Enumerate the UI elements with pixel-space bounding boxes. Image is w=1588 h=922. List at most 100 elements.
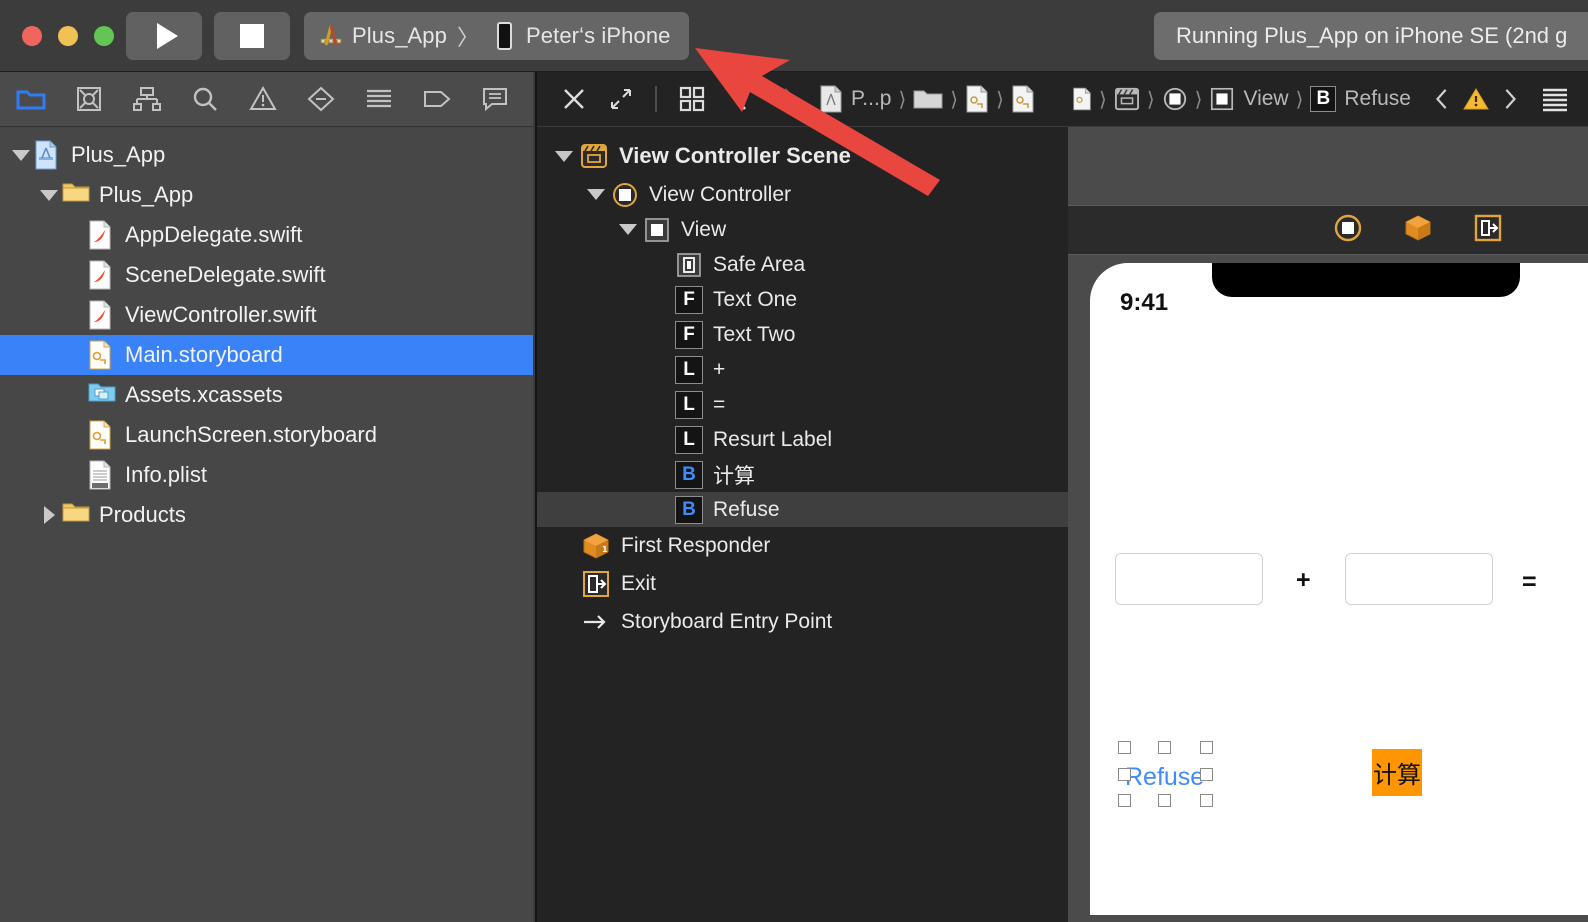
view-controller-dock-icon[interactable] [1333,213,1363,248]
breadcrumb-view-controller[interactable]: ⟩ [1162,86,1210,112]
breadcrumb-scene[interactable]: ⟩ [1114,87,1162,112]
breadcrumb-folder[interactable]: ⟩ [913,87,965,112]
expand-editor-button[interactable] [597,77,645,121]
refuse-button[interactable]: Refuse [1125,763,1204,792]
search-icon [193,87,217,111]
related-items-button[interactable] [667,77,717,121]
outline-row-exit[interactable]: Exit [537,565,1068,603]
go-back-button[interactable] [717,77,765,121]
outline-row-calc-button[interactable]: B 计算 [537,457,1068,492]
tree-row-group[interactable]: Plus_App [0,175,533,215]
source-control-navigator-tab[interactable] [70,82,108,116]
breadcrumb-refuse[interactable]: B Refuse [1310,86,1411,112]
button-badge-icon: B [1310,86,1337,112]
selection-handle[interactable] [1200,741,1213,754]
outline-row-view[interactable]: View [537,212,1068,247]
tree-row-main-storyboard[interactable]: Main.storyboard [0,335,533,375]
minimize-window-button[interactable] [58,25,78,46]
breadcrumb-storyboard-2[interactable] [1011,85,1035,113]
outline-row-first-responder[interactable]: 1 First Responder [537,527,1068,565]
outline-row-result-label[interactable]: L Resurt Label [537,422,1068,457]
issue-navigator-tab[interactable] [244,82,282,116]
breadcrumb-separator: ⟩ [1099,88,1107,111]
breadcrumb-separator: ⟩ [996,88,1004,111]
disclosure-triangle[interactable] [8,149,34,161]
entry-point-arrow-icon [581,608,611,636]
run-button[interactable] [126,11,202,60]
library-toggle-button[interactable] [1533,77,1577,121]
selection-handle[interactable] [1158,741,1171,754]
breakpoint-navigator-tab[interactable] [418,82,456,116]
scheme-destination-control[interactable]: Plus_App 〉 Peter‘s iPhone [304,11,689,60]
next-issue-button[interactable] [1493,77,1527,121]
tree-row-file[interactable]: ViewController.swift [0,295,533,335]
speech-bubble-icon [483,88,507,112]
test-navigator-tab[interactable] [302,82,340,116]
disclosure-triangle[interactable] [613,224,643,235]
breadcrumb-project[interactable]: P...p ⟩ [819,85,913,113]
go-forward-button[interactable] [765,77,813,121]
breadcrumb-view[interactable]: View ⟩ [1209,86,1310,112]
tree-row-file[interactable]: SceneDelegate.swift [0,255,533,295]
outline-row-text-one[interactable]: F Text One [537,282,1068,317]
text-one-field[interactable] [1115,553,1263,605]
outline-row-safe-area[interactable]: Safe Area [537,247,1068,282]
outline-label: 计算 [713,464,755,488]
library-list-icon [1542,88,1567,112]
navigator-panel: Plus_App Plus_App AppDelegate.swift Scen… [0,72,533,922]
disclosure-triangle[interactable] [36,189,62,201]
selection-handle[interactable] [1158,794,1171,807]
debug-navigator-tab[interactable] [360,82,398,116]
calc-button[interactable]: 计算 [1372,749,1422,796]
disclosure-triangle[interactable] [549,150,579,162]
tree-row-products[interactable]: Products [0,495,533,535]
close-editor-button[interactable] [551,77,597,121]
outline-row-refuse-button[interactable]: B Refuse [537,492,1068,527]
project-navigator-tab[interactable] [12,82,50,116]
zoom-window-button[interactable] [94,25,114,46]
run-icon [156,22,178,49]
tree-label: SceneDelegate.swift [125,262,326,287]
close-window-button[interactable] [22,25,42,46]
first-responder-dock-icon[interactable] [1403,213,1433,248]
outline-row-view-controller[interactable]: View Controller [537,177,1068,212]
selection-handle[interactable] [1118,768,1131,781]
view-icon [643,216,671,244]
report-navigator-tab[interactable] [476,82,514,116]
outline-label: Storyboard Entry Point [621,610,833,633]
disclosure-triangle[interactable] [36,506,62,524]
warning-triangle-icon [1463,88,1489,110]
disclosure-triangle[interactable] [581,189,611,200]
breadcrumb-storyboard[interactable]: ⟩ [965,85,1011,113]
outline-row-entry-point[interactable]: Storyboard Entry Point [537,603,1068,641]
forward-chevron-icon [784,88,796,110]
tree-row-launchscreen[interactable]: LaunchScreen.storyboard [0,415,533,455]
outline-row-equals-label[interactable]: L = [537,387,1068,422]
tree-row-infoplist[interactable]: Info.plist [0,455,533,495]
tree-row-project[interactable]: Plus_App [0,135,533,175]
text-two-field[interactable] [1345,553,1493,605]
selection-handle[interactable] [1118,741,1131,754]
tree-row-assets[interactable]: Assets.xcassets [0,375,533,415]
outline-row-scene[interactable]: View Controller Scene [537,135,1068,177]
symbol-navigator-tab[interactable] [128,82,166,116]
jumpbar-divider [655,86,657,112]
stop-button[interactable] [214,11,290,60]
tree-row-file[interactable]: AppDelegate.swift [0,215,533,255]
selection-handle[interactable] [1200,768,1213,781]
previous-issue-button[interactable] [1425,77,1459,121]
editor-jump-bar: ⟩ ⟩ ⟩ View ⟩ B Refuse [1068,72,1588,127]
exit-dock-icon[interactable] [1473,213,1503,248]
swift-file-icon [88,220,116,250]
outline-row-plus-label[interactable]: L + [537,352,1068,387]
folder-icon [62,500,90,530]
storyboard-file-icon [88,340,116,370]
find-navigator-tab[interactable] [186,82,224,116]
selection-handle[interactable] [1118,794,1131,807]
window-toolbar: Plus_App 〉 Peter‘s iPhone Running Plus_A… [0,0,1588,72]
breadcrumb-storyboard-file[interactable]: ⟩ [1068,86,1114,112]
selection-handle[interactable] [1200,794,1213,807]
outline-row-text-two[interactable]: F Text Two [537,317,1068,352]
expand-icon [611,89,631,109]
issue-badge[interactable] [1459,77,1493,121]
